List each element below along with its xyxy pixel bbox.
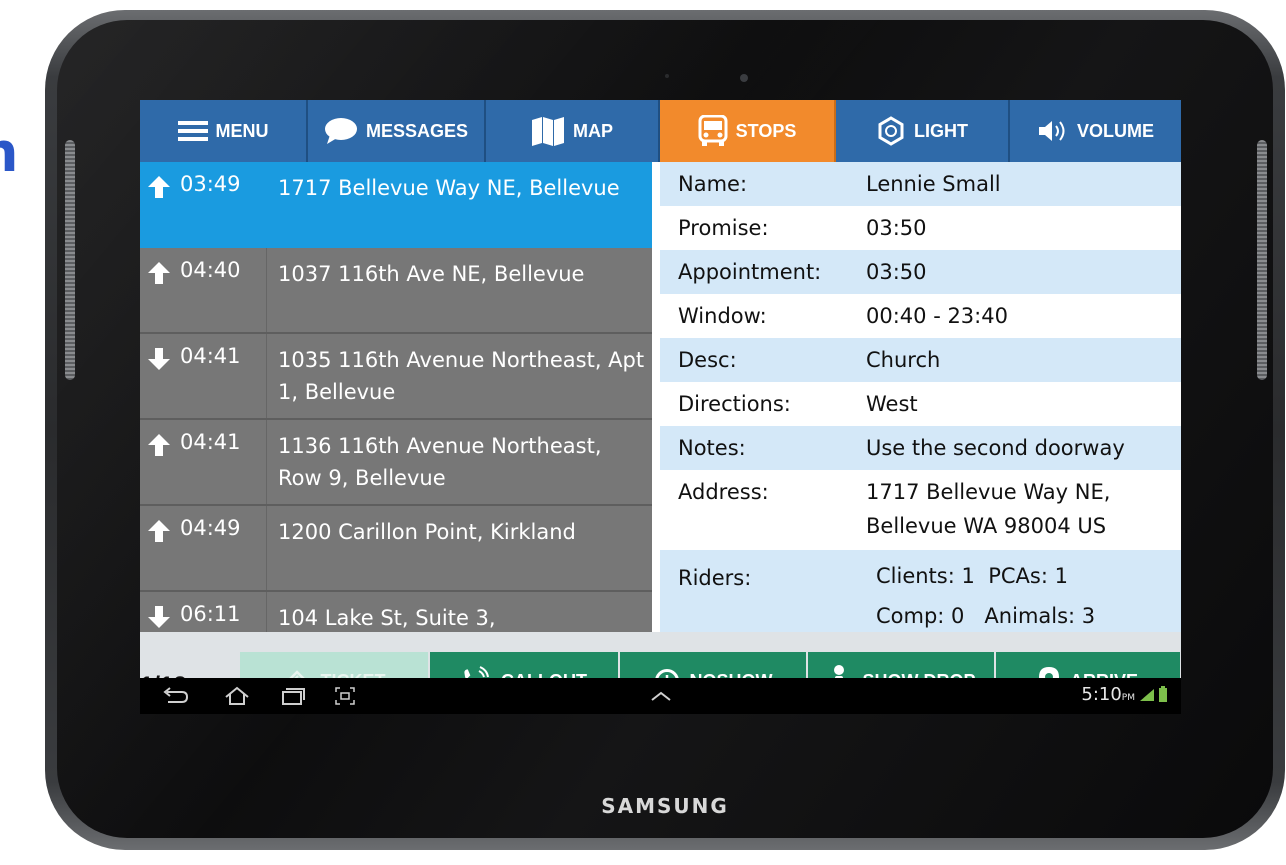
arrow-up-icon (148, 520, 170, 542)
light-icon (878, 116, 904, 146)
detail-label: Directions: (678, 392, 791, 416)
stop-time: 04:41 (180, 344, 241, 368)
detail-value: West (866, 392, 918, 416)
detail-value: 03:50 (866, 260, 927, 284)
volume-icon (1038, 121, 1065, 141)
arrow-up-icon (148, 262, 170, 284)
detail-label: Desc: (678, 348, 737, 372)
stop-item[interactable]: 03:49 1717 Bellevue Way NE, Bellevue (140, 162, 652, 248)
stop-time: 04:40 (180, 258, 241, 282)
detail-value: 00:40 - 23:40 (866, 304, 1008, 328)
tab-volume[interactable]: VOLUME (1010, 100, 1181, 162)
light-sensor (665, 74, 669, 78)
tab-map-label: MAP (573, 120, 613, 141)
tab-menu[interactable]: MENU (140, 100, 308, 162)
detail-label: Appointment: (678, 260, 822, 284)
clock-ampm: PM (1121, 693, 1135, 703)
top-nav: MENU MESSAGES MAP STOPS LIGHT VOLUME (140, 100, 1181, 162)
arrow-up-icon (148, 434, 170, 456)
status-clock: 5:10PM (1081, 684, 1135, 705)
detail-label: Promise: (678, 216, 769, 240)
tab-light[interactable]: LIGHT (836, 100, 1010, 162)
clock-time: 5:10 (1081, 684, 1122, 705)
front-camera (740, 74, 748, 82)
home-icon[interactable] (224, 686, 250, 706)
app-screen: MENU MESSAGES MAP STOPS LIGHT VOLUME 03:… (140, 100, 1181, 714)
device-brand: SAMSUNG (601, 794, 729, 818)
detail-label: Window: (678, 304, 767, 328)
menu-icon (177, 121, 208, 141)
stop-item[interactable]: 04:41 1035 116th Avenue Northeast, Apt 1… (140, 334, 652, 420)
detail-row-appointment: Appointment: 03:50 (660, 250, 1181, 294)
detail-row-riders: Riders: Clients: 1 PCAs: 1 Comp: 0 Anima… (660, 550, 1181, 632)
stop-time: 04:49 (180, 516, 241, 540)
tab-messages-label: MESSAGES (365, 120, 469, 141)
chevron-up-icon[interactable] (650, 690, 672, 702)
stop-item[interactable]: 04:40 1037 116th Ave NE, Bellevue (140, 248, 652, 334)
tab-map[interactable]: MAP (486, 100, 660, 162)
detail-row-directions: Directions: West (660, 382, 1181, 426)
detail-row-address: Address: 1717 Bellevue Way NE, Bellevue … (660, 470, 1181, 550)
arrow-down-icon (148, 606, 170, 628)
detail-row-promise: Promise: 03:50 (660, 206, 1181, 250)
stop-address: 1200 Carillon Point, Kirkland (278, 520, 576, 544)
detail-value: Clients: 1 PCAs: 1 (876, 564, 1068, 588)
stop-time: 06:11 (180, 602, 241, 626)
tab-menu-label: MENU (215, 120, 269, 141)
arrow-up-icon (148, 176, 170, 198)
android-system-bar: 5:10PM (140, 678, 1181, 714)
detail-value: Church (866, 348, 941, 372)
detail-row-notes: Notes: Use the second doorway (660, 426, 1181, 470)
detail-label: Notes: (678, 436, 746, 460)
stop-item[interactable]: 06:11 104 Lake St, Suite 3, (140, 592, 652, 632)
detail-value: 1717 Bellevue Way NE, (866, 480, 1111, 504)
recent-apps-icon[interactable] (280, 686, 306, 706)
detail-label: Riders: (678, 566, 752, 590)
stops-list: 03:49 1717 Bellevue Way NE, Bellevue 04:… (140, 162, 652, 632)
signal-icon (1140, 689, 1154, 701)
left-speaker-grille (65, 140, 75, 380)
stop-address: 1035 116th Avenue Northeast, Apt 1, Bell… (278, 348, 645, 404)
detail-value: 03:50 (866, 216, 927, 240)
detail-label: Name: (678, 172, 748, 196)
map-icon (532, 117, 564, 146)
stop-address: 1037 116th Ave NE, Bellevue (278, 262, 585, 286)
stop-details: Name: Lennie Small Promise: 03:50 Appoin… (652, 162, 1181, 632)
detail-row-desc: Desc: Church (660, 338, 1181, 382)
tab-volume-label: VOLUME (1076, 120, 1154, 141)
stop-address: 1717 Bellevue Way NE, Bellevue (278, 176, 620, 200)
detail-value: Lennie Small (866, 172, 1001, 196)
right-speaker-grille (1257, 140, 1267, 380)
tab-stops-label: STOPS (735, 120, 797, 141)
tab-messages[interactable]: MESSAGES (308, 100, 486, 162)
stop-time: 03:49 (180, 172, 241, 196)
screenshot-icon[interactable] (334, 686, 356, 706)
back-icon[interactable] (162, 686, 188, 706)
detail-label: Address: (678, 480, 769, 504)
chat-icon (324, 118, 357, 144)
stop-item[interactable]: 04:49 1200 Carillon Point, Kirkland (140, 506, 652, 592)
stop-time: 04:41 (180, 430, 241, 454)
battery-icon (1159, 686, 1167, 702)
detail-value: Use the second doorway (866, 436, 1125, 460)
stop-address: 104 Lake St, Suite 3, (278, 606, 496, 630)
tab-light-label: LIGHT (914, 120, 968, 141)
tab-stops[interactable]: STOPS (660, 100, 836, 162)
detail-value: Comp: 0 Animals: 3 (876, 604, 1096, 628)
detail-row-name: Name: Lennie Small (660, 162, 1181, 206)
detail-row-window: Window: 00:40 - 23:40 (660, 294, 1181, 338)
arrow-down-icon (148, 348, 170, 370)
detail-value: Bellevue WA 98004 US (866, 514, 1107, 538)
stop-address: 1136 116th Avenue Northeast, Row 9, Bell… (278, 434, 602, 490)
page-edge-fragment: n (0, 118, 40, 188)
stop-item[interactable]: 04:41 1136 116th Avenue Northeast, Row 9… (140, 420, 652, 506)
bus-icon (698, 115, 728, 146)
